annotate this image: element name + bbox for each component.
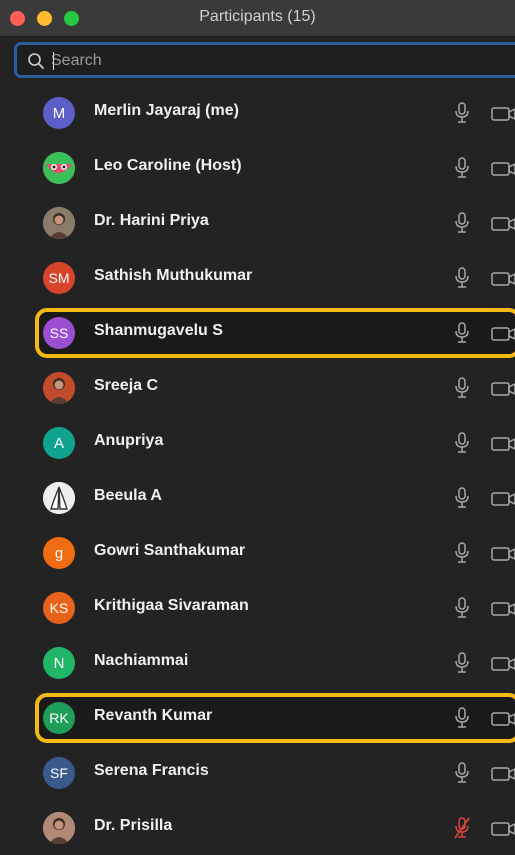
participant-name: Merlin Jayaraj (me) — [94, 102, 239, 119]
avatar — [43, 812, 75, 844]
avatar: g — [43, 537, 75, 569]
microphone-icon[interactable] — [454, 652, 470, 674]
participant-name: Sathish Muthukumar — [94, 267, 253, 284]
participant-row[interactable]: RK Revanth Kumar — [0, 691, 515, 745]
participant-name: Leo Caroline (Host) — [94, 157, 242, 174]
video-camera-icon[interactable] — [491, 161, 515, 177]
microphone-icon[interactable] — [454, 487, 470, 509]
video-camera-icon[interactable] — [491, 436, 515, 452]
participant-row[interactable]: Dr. Prisilla — [0, 801, 515, 855]
participant-name: Shanmugavelu S — [94, 322, 223, 339]
avatar: SS — [43, 317, 75, 349]
text-caret — [53, 52, 54, 70]
microphone-icon[interactable] — [454, 707, 470, 729]
video-camera-icon[interactable] — [491, 821, 515, 837]
microphone-icon[interactable] — [454, 542, 470, 564]
participant-name: Krithigaa Sivaraman — [94, 597, 249, 614]
participant-name: Anupriya — [94, 432, 164, 449]
participant-name: Revanth Kumar — [94, 707, 213, 724]
video-camera-icon[interactable] — [491, 601, 515, 617]
microphone-icon[interactable] — [454, 102, 470, 124]
avatar — [43, 372, 75, 404]
avatar — [43, 482, 75, 514]
avatar: KS — [43, 592, 75, 624]
participant-row[interactable]: Leo Caroline (Host) — [0, 141, 515, 195]
video-camera-icon[interactable] — [491, 491, 515, 507]
avatar: SF — [43, 757, 75, 789]
participant-name: Sreeja C — [94, 377, 159, 394]
avatar: M — [43, 97, 75, 129]
participant-row[interactable]: N Nachiammai — [0, 636, 515, 690]
participant-row[interactable]: Dr. Harini Priya — [0, 196, 515, 250]
window-title: Participants (15) — [199, 8, 316, 25]
video-camera-icon[interactable] — [491, 271, 515, 287]
video-camera-icon[interactable] — [491, 656, 515, 672]
mic-muted-icon[interactable] — [454, 817, 470, 839]
title-bar: Participants (15) — [0, 0, 515, 37]
microphone-icon[interactable] — [454, 377, 470, 399]
participant-name: Nachiammai — [94, 652, 189, 669]
microphone-icon[interactable] — [454, 762, 470, 784]
video-camera-icon[interactable] — [491, 381, 515, 397]
avatar — [43, 207, 75, 239]
video-camera-icon[interactable] — [491, 546, 515, 562]
microphone-icon[interactable] — [454, 212, 470, 234]
participant-name: Gowri Santhakumar — [94, 542, 246, 559]
participant-row[interactable]: SF Serena Francis — [0, 746, 515, 800]
avatar: A — [43, 427, 75, 459]
video-camera-icon[interactable] — [491, 106, 515, 122]
participant-name: Serena Francis — [94, 762, 209, 779]
avatar: SM — [43, 262, 75, 294]
participant-row[interactable]: SS Shanmugavelu S — [0, 306, 515, 360]
microphone-icon[interactable] — [454, 157, 470, 179]
avatar: RK — [43, 702, 75, 734]
participant-name: Dr. Prisilla — [94, 817, 173, 834]
participant-name: Beeula A — [94, 487, 162, 504]
microphone-icon[interactable] — [454, 267, 470, 289]
video-camera-icon[interactable] — [491, 711, 515, 727]
participant-row[interactable]: g Gowri Santhakumar — [0, 526, 515, 580]
search-icon — [28, 53, 44, 69]
avatar: N — [43, 647, 75, 679]
search-input[interactable] — [51, 51, 471, 71]
search-box[interactable] — [14, 42, 515, 78]
participant-name: Dr. Harini Priya — [94, 212, 209, 229]
microphone-icon[interactable] — [454, 597, 470, 619]
microphone-icon[interactable] — [454, 322, 470, 344]
participant-row[interactable]: KS Krithigaa Sivaraman — [0, 581, 515, 635]
participant-row[interactable]: Sreeja C — [0, 361, 515, 415]
video-camera-icon[interactable] — [491, 326, 515, 342]
participant-row[interactable]: M Merlin Jayaraj (me) — [0, 86, 515, 140]
video-camera-icon[interactable] — [491, 766, 515, 782]
participant-row[interactable]: Beeula A — [0, 471, 515, 525]
avatar — [43, 152, 75, 184]
video-camera-icon[interactable] — [491, 216, 515, 232]
participant-row[interactable]: A Anupriya — [0, 416, 515, 470]
microphone-icon[interactable] — [454, 432, 470, 454]
participant-row[interactable]: SM Sathish Muthukumar — [0, 251, 515, 305]
